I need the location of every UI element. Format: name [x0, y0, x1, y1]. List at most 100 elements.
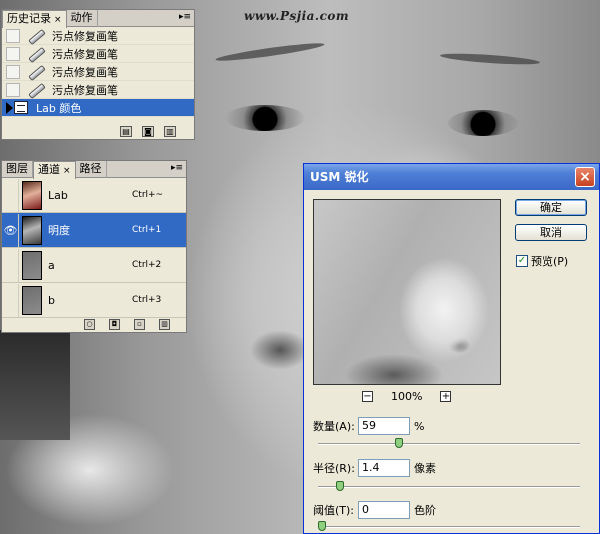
- checkmark-icon[interactable]: ✓: [516, 255, 528, 267]
- snapshot-source-box[interactable]: [6, 46, 20, 61]
- channel-name: b: [48, 293, 55, 307]
- history-item[interactable]: 污点修复画笔: [2, 63, 194, 81]
- channel-name: a: [48, 258, 55, 272]
- threshold-label: 阈值(T):: [313, 504, 355, 517]
- channels-panel: 图层 通道 × 路径 ▸≡ Lab Ctrl+~ 👁 明度 Ctrl+1 a Ct…: [1, 160, 187, 333]
- history-item[interactable]: 污点修复画笔: [2, 45, 194, 63]
- cancel-button[interactable]: 取消: [515, 224, 587, 241]
- create-snapshot-icon[interactable]: ◙: [142, 126, 154, 137]
- healing-brush-icon: [26, 29, 44, 43]
- tab-close-icon[interactable]: ×: [54, 15, 62, 25]
- radius-unit: 像素: [414, 462, 436, 475]
- tab-paths[interactable]: 路径: [76, 161, 107, 178]
- dialog-titlebar[interactable]: USM 锐化 ×: [304, 164, 599, 190]
- healing-brush-icon: [26, 47, 44, 61]
- amount-unit: %: [414, 419, 425, 433]
- usm-sharpen-dialog: USM 锐化 × − 100% + 确定 取消 ✓ 预览(P) 数量(A): 5…: [303, 163, 600, 534]
- tab-close-icon[interactable]: ×: [63, 166, 71, 176]
- history-panel: 历史记录 × 动作 ▸≡ 污点修复画笔 污点修复画笔 污点修复画笔 污点修复画笔 …: [1, 9, 195, 140]
- history-tabs: 历史记录 × 动作 ▸≡: [2, 10, 194, 28]
- threshold-unit: 色阶: [414, 504, 436, 517]
- history-item-label: 污点修复画笔: [52, 65, 118, 79]
- radius-input[interactable]: 1.4: [358, 459, 410, 477]
- radius-slider-thumb[interactable]: [336, 481, 344, 491]
- visibility-toggle[interactable]: [3, 178, 19, 212]
- snapshot-source-box[interactable]: [6, 64, 20, 79]
- panel-menu-icon[interactable]: ▸≡: [179, 12, 191, 22]
- zoom-out-icon[interactable]: −: [362, 391, 373, 402]
- radius-slider[interactable]: [318, 481, 580, 491]
- history-item-label: 污点修复画笔: [52, 47, 118, 61]
- history-item[interactable]: 污点修复画笔: [2, 81, 194, 99]
- channel-thumbnail: [22, 215, 42, 245]
- amount-slider[interactable]: [318, 438, 580, 448]
- tab-channels[interactable]: 通道 ×: [33, 161, 76, 179]
- snapshot-source-box[interactable]: [6, 28, 20, 43]
- load-selection-icon[interactable]: ○: [84, 319, 95, 330]
- hair-region: [0, 330, 70, 440]
- watermark: www.Psjia.com: [244, 9, 350, 23]
- preview-label: 预览(P): [531, 255, 569, 268]
- trash-icon[interactable]: ▥: [164, 126, 176, 137]
- channel-shortcut: Ctrl+3: [132, 295, 162, 305]
- visibility-toggle[interactable]: [3, 283, 19, 317]
- channels-tabs: 图层 通道 × 路径 ▸≡: [2, 161, 186, 179]
- visibility-toggle[interactable]: [3, 248, 19, 282]
- channel-row-lab[interactable]: Lab Ctrl+~: [2, 178, 186, 213]
- tab-history-label: 历史记录: [7, 12, 51, 25]
- channels-footer: ○ ◘ ▫ ▥: [84, 319, 170, 330]
- new-channel-icon[interactable]: ▫: [134, 319, 145, 330]
- save-selection-icon[interactable]: ◘: [109, 319, 120, 330]
- lip-shadow: [250, 330, 310, 370]
- healing-brush-icon: [26, 65, 44, 79]
- threshold-input[interactable]: 0: [358, 501, 410, 519]
- ok-button[interactable]: 确定: [515, 199, 587, 216]
- threshold-row: 阈值(T): 0 色阶: [313, 501, 436, 519]
- history-item[interactable]: 污点修复画笔: [2, 27, 194, 45]
- channel-thumbnail: [22, 250, 42, 280]
- new-document-from-state-icon[interactable]: ▤: [120, 126, 132, 137]
- radius-row: 半径(R): 1.4 像素: [313, 459, 436, 477]
- left-eye: [225, 105, 305, 131]
- history-item-label: 污点修复画笔: [52, 29, 118, 43]
- amount-slider-thumb[interactable]: [395, 438, 403, 448]
- amount-input[interactable]: 59: [358, 417, 410, 435]
- tab-layers[interactable]: 图层: [2, 161, 33, 178]
- tab-actions[interactable]: 动作: [67, 10, 98, 27]
- threshold-slider[interactable]: [318, 521, 580, 531]
- channel-row-lightness[interactable]: 👁 明度 Ctrl+1: [2, 213, 186, 248]
- zoom-level: 100%: [391, 390, 423, 403]
- zoom-in-icon[interactable]: +: [440, 391, 452, 402]
- preview-checkbox[interactable]: ✓ 预览(P): [516, 253, 568, 269]
- channel-thumbnail: [22, 285, 42, 315]
- eye-icon[interactable]: 👁: [3, 213, 19, 247]
- dialog-title: USM 锐化: [310, 170, 369, 184]
- channel-name: Lab: [48, 188, 68, 202]
- amount-label: 数量(A):: [313, 420, 355, 433]
- snapshot-source-box[interactable]: [6, 82, 20, 97]
- panel-menu-icon[interactable]: ▸≡: [171, 163, 183, 173]
- history-item-label: Lab 颜色: [36, 101, 82, 115]
- tab-channels-label: 通道: [38, 163, 60, 176]
- zoom-controls: − 100% +: [362, 390, 452, 403]
- right-eye: [448, 110, 518, 136]
- channel-shortcut: Ctrl+~: [132, 190, 164, 200]
- amount-row: 数量(A): 59 %: [313, 417, 424, 435]
- threshold-slider-thumb[interactable]: [318, 521, 326, 531]
- trash-icon[interactable]: ▥: [159, 319, 170, 330]
- channel-name: 明度: [48, 224, 70, 237]
- history-item-label: 污点修复画笔: [52, 83, 118, 97]
- document-mode-icon: [14, 101, 28, 114]
- preview-area[interactable]: [313, 199, 501, 385]
- channel-row-b[interactable]: b Ctrl+3: [2, 283, 186, 318]
- channel-row-a[interactable]: a Ctrl+2: [2, 248, 186, 283]
- close-icon[interactable]: ×: [575, 167, 595, 187]
- history-state-marker-icon: [6, 102, 13, 114]
- radius-label: 半径(R):: [313, 462, 355, 475]
- tab-history[interactable]: 历史记录 ×: [2, 10, 67, 28]
- channel-shortcut: Ctrl+2: [132, 260, 162, 270]
- history-item-active[interactable]: Lab 颜色: [2, 99, 194, 117]
- channel-shortcut: Ctrl+1: [132, 225, 162, 235]
- healing-brush-icon: [26, 83, 44, 97]
- channel-thumbnail: [22, 180, 42, 210]
